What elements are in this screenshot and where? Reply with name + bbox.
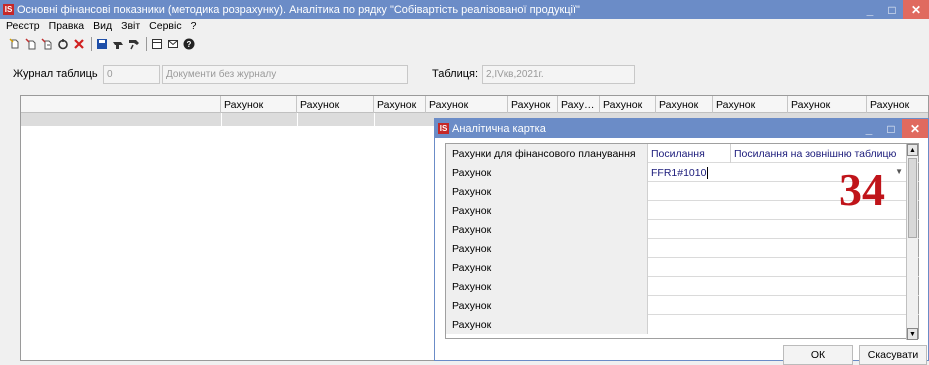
stamp-icon[interactable] bbox=[111, 37, 125, 51]
account-value[interactable] bbox=[648, 315, 919, 334]
row-label: Рахунок bbox=[446, 163, 648, 182]
journal-number-field[interactable]: 0 bbox=[103, 65, 160, 84]
menu-item-service[interactable]: Сервіс bbox=[149, 20, 181, 32]
account-value[interactable] bbox=[648, 296, 919, 315]
header-financial-accounts: Рахунки для фінансового планування bbox=[446, 144, 648, 163]
grid-header: Рахунок Рахунок Рахунок Рахунок Рахунок … bbox=[21, 96, 928, 113]
grid-header-cell[interactable]: Рахунок bbox=[788, 96, 867, 113]
account-value[interactable] bbox=[648, 220, 919, 239]
table-header-row: Рахунки для фінансового планування Посил… bbox=[446, 144, 919, 163]
save-icon[interactable] bbox=[95, 37, 109, 51]
copy-icon[interactable] bbox=[24, 37, 38, 51]
toolbar-separator bbox=[146, 37, 147, 51]
scroll-up-icon[interactable]: ▲ bbox=[907, 144, 918, 156]
row-label: Рахунок bbox=[446, 258, 648, 277]
row-label: Рахунок bbox=[446, 296, 648, 315]
app-logo-icon: IS bbox=[3, 4, 14, 15]
menu-bar: Реєстр Правка Вид Звіт Сервіс ? bbox=[0, 19, 929, 33]
toolbar: ? bbox=[0, 34, 929, 54]
svg-text:?: ? bbox=[187, 40, 192, 49]
journal-label: Журнал таблиць bbox=[13, 68, 98, 80]
account-value[interactable] bbox=[648, 258, 919, 277]
refresh-icon[interactable] bbox=[56, 37, 70, 51]
table-row[interactable]: Рахунок bbox=[446, 239, 919, 258]
text-cursor bbox=[707, 166, 709, 179]
table-row[interactable]: Рахунок bbox=[446, 315, 919, 334]
grid-header-cell[interactable]: Рахунок bbox=[426, 96, 508, 113]
dropdown-arrow-icon[interactable]: ▼ bbox=[895, 167, 903, 176]
grid-header-cell[interactable]: Рахунок bbox=[713, 96, 788, 113]
analytic-card-dialog: IS Аналітична картка _ □ ✕ Рахунки для ф… bbox=[434, 118, 929, 365]
account-value[interactable] bbox=[648, 277, 919, 296]
minimize-button[interactable]: _ bbox=[859, 0, 881, 19]
journal-name-field[interactable]: Документи без журналу bbox=[162, 65, 408, 84]
grid-header-cell[interactable]: Рахунок bbox=[867, 96, 929, 113]
row-label: Рахунок bbox=[446, 220, 648, 239]
menu-item-report[interactable]: Звіт bbox=[121, 20, 140, 32]
dialog-window-controls: _ □ ✕ bbox=[858, 119, 928, 138]
dialog-title: Аналітична картка bbox=[452, 122, 546, 135]
ok-button[interactable]: ОК bbox=[783, 345, 853, 365]
table-row[interactable]: Рахунок bbox=[446, 220, 919, 239]
main-titlebar: IS Основні фінансові показники (методика… bbox=[0, 0, 929, 19]
dialog-minimize-button[interactable]: _ bbox=[858, 119, 880, 138]
grid-header-cell[interactable]: Раху… bbox=[558, 96, 600, 113]
grid-header-cell[interactable]: Рахунок bbox=[508, 96, 558, 113]
annotation-number: 34 bbox=[839, 164, 885, 215]
copy2-icon[interactable] bbox=[40, 37, 54, 51]
menu-item-edit[interactable]: Правка bbox=[49, 20, 84, 32]
table-label: Таблиця: bbox=[432, 68, 479, 80]
scroll-down-icon[interactable]: ▼ bbox=[907, 328, 918, 340]
row-label: Рахунок bbox=[446, 239, 648, 258]
header-reference: Посилання bbox=[648, 144, 731, 163]
window-title: Основні фінансові показники (методика ро… bbox=[17, 3, 580, 16]
menu-item-registry[interactable]: Реєстр bbox=[6, 20, 40, 32]
vertical-scrollbar[interactable]: ▲ ▼ bbox=[906, 144, 918, 340]
row-label: Рахунок bbox=[446, 277, 648, 296]
menu-item-help[interactable]: ? bbox=[191, 20, 197, 32]
grid-header-cell[interactable]: Рахунок bbox=[656, 96, 713, 113]
row-label: Рахунок bbox=[446, 201, 648, 220]
toolbar-separator bbox=[91, 37, 92, 51]
dialog-titlebar: IS Аналітична картка _ □ ✕ bbox=[435, 119, 928, 138]
delete-icon[interactable] bbox=[72, 37, 86, 51]
new-icon[interactable] bbox=[8, 37, 22, 51]
dialog-logo-icon: IS bbox=[438, 123, 449, 134]
mail-icon[interactable] bbox=[166, 37, 180, 51]
table-row[interactable]: Рахунок bbox=[446, 277, 919, 296]
account-value[interactable] bbox=[648, 239, 919, 258]
maximize-button[interactable]: □ bbox=[881, 0, 903, 19]
grid-header-cell[interactable]: Рахунок bbox=[600, 96, 656, 113]
grid-header-cell[interactable]: Рахунок bbox=[374, 96, 426, 113]
table-row[interactable]: Рахунок bbox=[446, 296, 919, 315]
row-label: Рахунок bbox=[446, 182, 648, 201]
table-icon[interactable] bbox=[150, 37, 164, 51]
header-external-reference: Посилання на зовнішню таблицю bbox=[734, 147, 897, 160]
row-label: Рахунок bbox=[446, 315, 648, 334]
help-icon[interactable]: ? bbox=[182, 37, 196, 51]
account-value[interactable]: FFR1#1010 bbox=[651, 167, 706, 179]
brush-icon[interactable] bbox=[127, 37, 141, 51]
window-controls: _ □ ✕ bbox=[859, 0, 929, 19]
dialog-close-button[interactable]: ✕ bbox=[902, 119, 928, 138]
table-field[interactable]: 2,ІVкв,2021г. bbox=[482, 65, 635, 84]
grid-header-cell[interactable] bbox=[21, 96, 221, 113]
table-row[interactable]: Рахунок bbox=[446, 258, 919, 277]
grid-header-cell[interactable]: Рахунок bbox=[297, 96, 374, 113]
close-button[interactable]: ✕ bbox=[903, 0, 929, 19]
menu-item-view[interactable]: Вид bbox=[93, 20, 112, 32]
scroll-thumb[interactable] bbox=[908, 158, 917, 238]
cancel-button[interactable]: Скасувати bbox=[859, 345, 927, 365]
dialog-maximize-button[interactable]: □ bbox=[880, 119, 902, 138]
grid-header-cell[interactable]: Рахунок bbox=[221, 96, 297, 113]
